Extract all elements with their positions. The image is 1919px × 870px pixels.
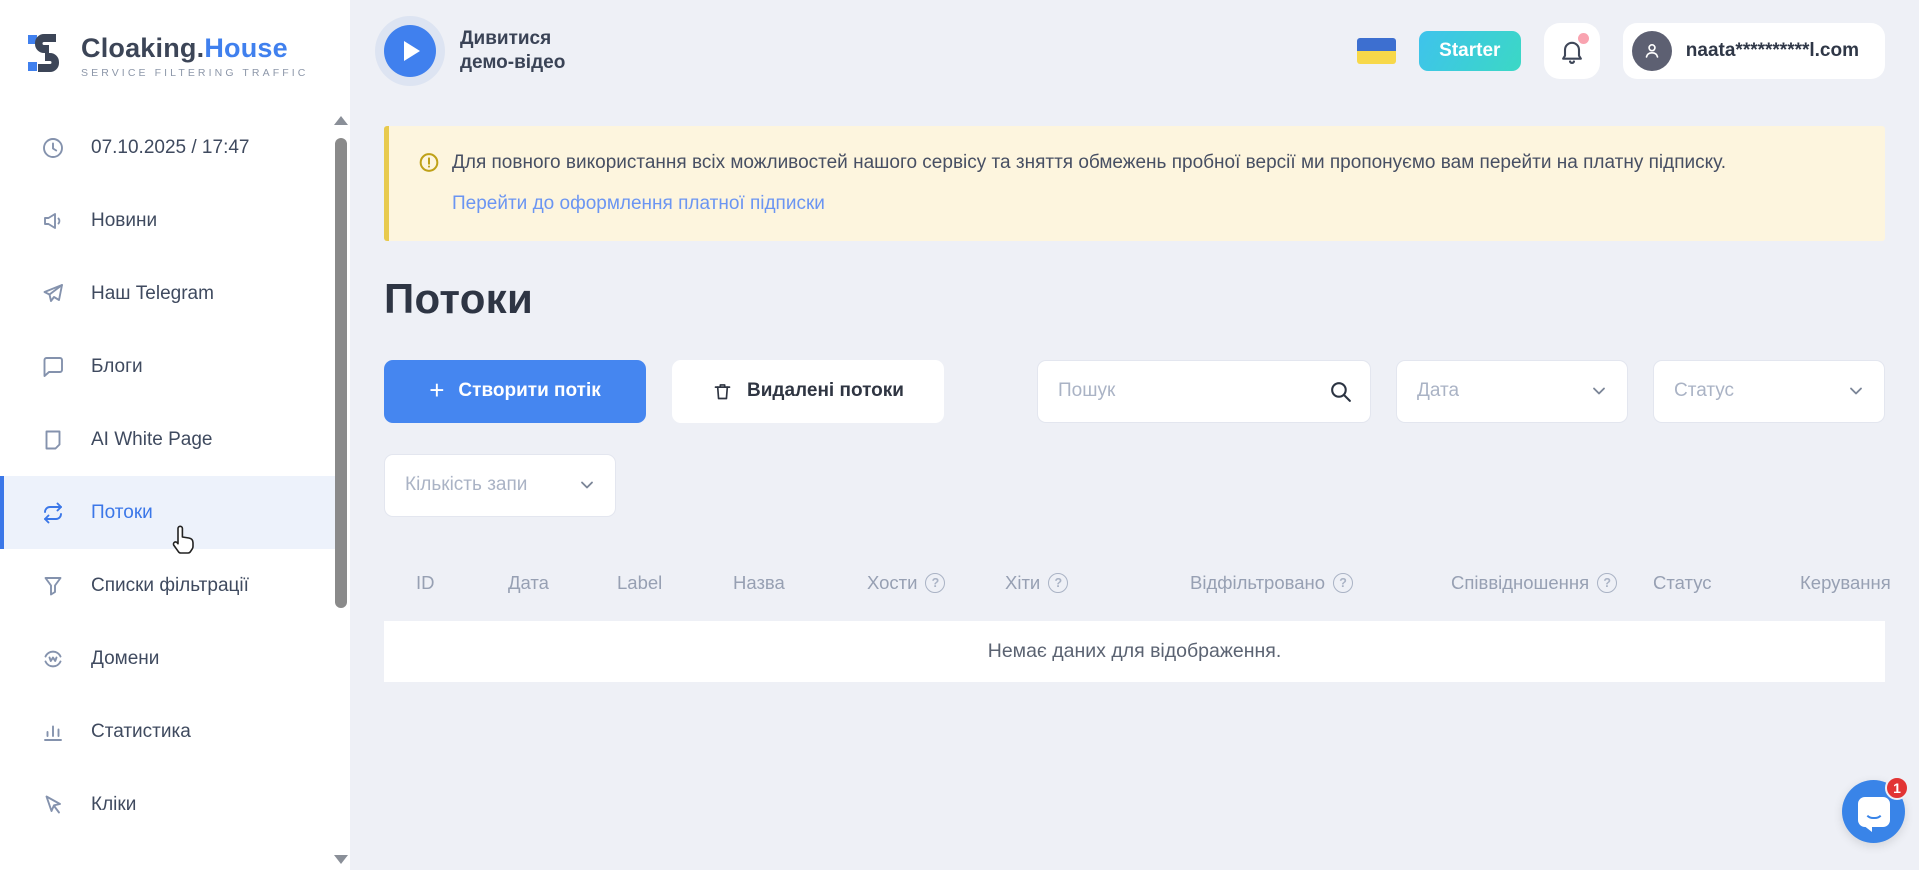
user-account-button[interactable]: naata**********l.com xyxy=(1623,23,1885,79)
table-empty-row: Немає даних для відображення. xyxy=(384,621,1885,682)
chat-bubble-icon xyxy=(1858,797,1890,827)
table-column-header: Керування xyxy=(1800,572,1891,594)
demo-video-button[interactable]: Дивитися демо-відео xyxy=(384,25,565,77)
logo-subtitle: SERVICE FILTERING TRAFFIC xyxy=(81,67,308,79)
help-icon[interactable]: ? xyxy=(925,573,945,593)
trial-warning-banner: Для повного використання всіх можливосте… xyxy=(384,126,1885,241)
scrollbar-thumb[interactable] xyxy=(335,138,347,608)
notifications-button[interactable] xyxy=(1544,23,1600,79)
chevron-down-icon xyxy=(577,475,597,495)
notification-dot xyxy=(1578,33,1589,44)
create-stream-button[interactable]: + Створити потік xyxy=(384,360,646,423)
user-email: naata**********l.com xyxy=(1686,40,1859,62)
sidebar-item-blogs[interactable]: Блоги xyxy=(0,330,336,403)
cursor-icon xyxy=(40,792,66,818)
table-column-header: Хости ? xyxy=(867,572,945,594)
play-icon[interactable] xyxy=(384,25,436,77)
upgrade-subscription-link[interactable]: Перейти до оформлення платної підписки xyxy=(452,193,825,215)
language-flag-ukraine[interactable] xyxy=(1357,38,1396,64)
help-icon[interactable]: ? xyxy=(1597,573,1617,593)
search-icon[interactable] xyxy=(1328,379,1353,404)
table-column-header: Label xyxy=(617,572,662,594)
chat-unread-badge: 1 xyxy=(1885,776,1909,800)
page-icon xyxy=(40,427,66,453)
scroll-up-icon[interactable] xyxy=(334,116,348,125)
empty-state-message: Немає даних для відображення. xyxy=(988,640,1282,663)
table-header-row: ID Дата Label Назва Хости ? Хіти ? Відфі… xyxy=(384,559,1885,607)
avatar xyxy=(1632,31,1672,71)
warning-icon xyxy=(419,152,439,173)
main-content: Дивитися демо-відео Starter naata*******… xyxy=(350,0,1919,870)
sidebar-item-statistics[interactable]: Статистика xyxy=(0,695,336,768)
help-icon[interactable]: ? xyxy=(1048,573,1068,593)
sidebar-item-telegram[interactable]: Наш Telegram xyxy=(0,257,336,330)
sidebar-item-filter-lists[interactable]: Списки фільтрації xyxy=(0,549,336,622)
scroll-down-icon[interactable] xyxy=(334,855,348,864)
deleted-streams-button[interactable]: Видалені потоки xyxy=(672,360,944,423)
user-icon xyxy=(1641,40,1663,62)
plan-badge[interactable]: Starter xyxy=(1419,31,1521,71)
table-column-header: Назва xyxy=(733,572,785,594)
help-icon[interactable]: ? xyxy=(1333,573,1353,593)
sidebar-scrollbar[interactable] xyxy=(334,112,348,870)
table-column-header: ID xyxy=(416,572,435,594)
table-column-header: Співвідношення ? xyxy=(1451,572,1617,594)
status-filter-select[interactable]: Статус xyxy=(1653,360,1885,423)
sidebar-item-news[interactable]: Новини xyxy=(0,184,336,257)
bar-chart-icon xyxy=(40,719,66,745)
sidebar-item-datetime[interactable]: 07.10.2025 / 17:47 xyxy=(0,111,336,184)
per-page-select[interactable]: Кількість запи xyxy=(384,454,616,517)
chat-widget-button[interactable]: 1 xyxy=(1842,780,1905,843)
banner-message: Для повного використання всіх можливосте… xyxy=(452,150,1726,177)
plus-icon: + xyxy=(429,377,444,403)
logo-title: Cloaking.House xyxy=(81,33,308,64)
demo-video-label: Дивитися демо-відео xyxy=(460,27,565,76)
funnel-icon xyxy=(40,573,66,599)
table-column-header: Хіти ? xyxy=(1005,572,1068,594)
sidebar-item-clicks[interactable]: Кліки xyxy=(0,768,336,841)
trash-icon xyxy=(712,381,733,402)
sync-icon xyxy=(40,500,66,526)
topbar: Дивитися демо-відео Starter naata*******… xyxy=(384,0,1885,102)
sidebar-item-domains[interactable]: Домени xyxy=(0,622,336,695)
sidebar-item-ai-white-page[interactable]: AI White Page xyxy=(0,403,336,476)
chevron-down-icon xyxy=(1846,381,1866,401)
table-column-header: Дата xyxy=(508,572,549,594)
logo[interactable]: Cloaking.House SERVICE FILTERING TRAFFIC xyxy=(0,0,350,103)
sidebar-item-streams[interactable]: Потоки xyxy=(0,476,336,549)
sidebar: Cloaking.House SERVICE FILTERING TRAFFIC… xyxy=(0,0,350,870)
table-column-header: Статус xyxy=(1653,572,1711,594)
controls-row: + Створити потік Видалені потоки Дата Ст… xyxy=(384,360,1885,423)
logo-icon xyxy=(26,30,68,81)
search-input[interactable] xyxy=(1037,360,1371,423)
page-title: Потоки xyxy=(384,275,1885,323)
telegram-icon xyxy=(40,281,66,307)
chevron-down-icon xyxy=(1589,381,1609,401)
chat-icon xyxy=(40,354,66,380)
table-column-header: Відфільтровано ? xyxy=(1190,572,1353,594)
clock-icon xyxy=(40,135,66,161)
sidebar-nav: 07.10.2025 / 17:47 Новини Наш Telegram Б… xyxy=(0,111,350,841)
globe-icon xyxy=(40,646,66,672)
date-filter-select[interactable]: Дата xyxy=(1396,360,1628,423)
megaphone-icon xyxy=(40,208,66,234)
